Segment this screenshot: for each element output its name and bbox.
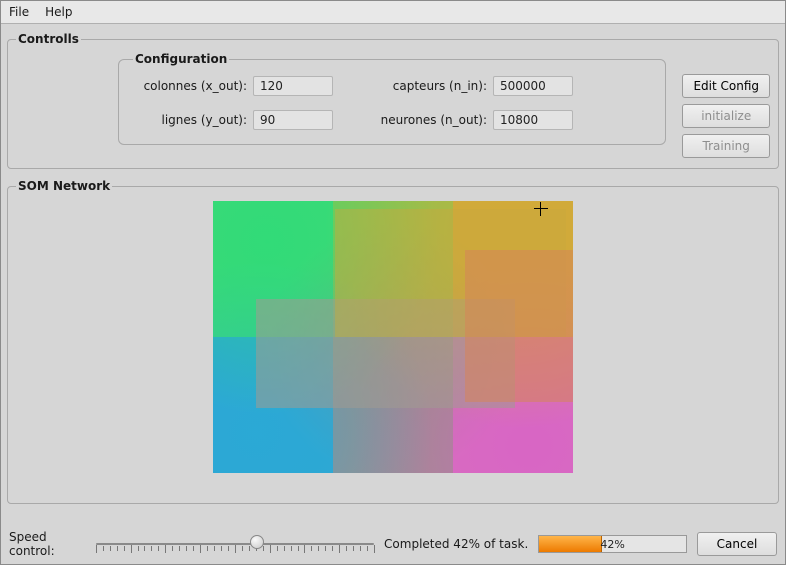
menubar: File Help [1,1,785,24]
som-panel: SOM Network [7,179,779,504]
neurones-label: neurones (n_out): [373,113,493,127]
progress-bar: 42% [538,535,687,553]
lignes-label: lignes (y_out): [133,113,253,127]
som-heatmap [213,201,573,473]
capteurs-label: capteurs (n_in): [373,79,493,93]
controls-panel: Controlls Configuration colonnes (x_out)… [7,32,779,169]
lignes-field[interactable] [253,110,333,130]
training-button[interactable]: Training [682,134,770,158]
configuration-panel: Configuration colonnes (x_out): capteurs… [118,52,666,145]
colonnes-label: colonnes (x_out): [133,79,253,93]
speed-slider[interactable] [96,533,374,555]
menu-file[interactable]: File [5,3,33,21]
progress-label: 42% [539,536,686,552]
initialize-button[interactable]: initialize [682,104,770,128]
cancel-button[interactable]: Cancel [697,532,777,556]
menu-help[interactable]: Help [41,3,76,21]
som-legend: SOM Network [16,179,112,193]
status-text: Completed 42% of task. [384,537,528,551]
neurones-field[interactable] [493,110,573,130]
configuration-legend: Configuration [133,52,229,66]
controls-legend: Controlls [16,32,81,46]
colonnes-field[interactable] [253,76,333,96]
edit-config-button[interactable]: Edit Config [682,74,770,98]
capteurs-field[interactable] [493,76,573,96]
speed-label: Speed control: [9,530,90,558]
